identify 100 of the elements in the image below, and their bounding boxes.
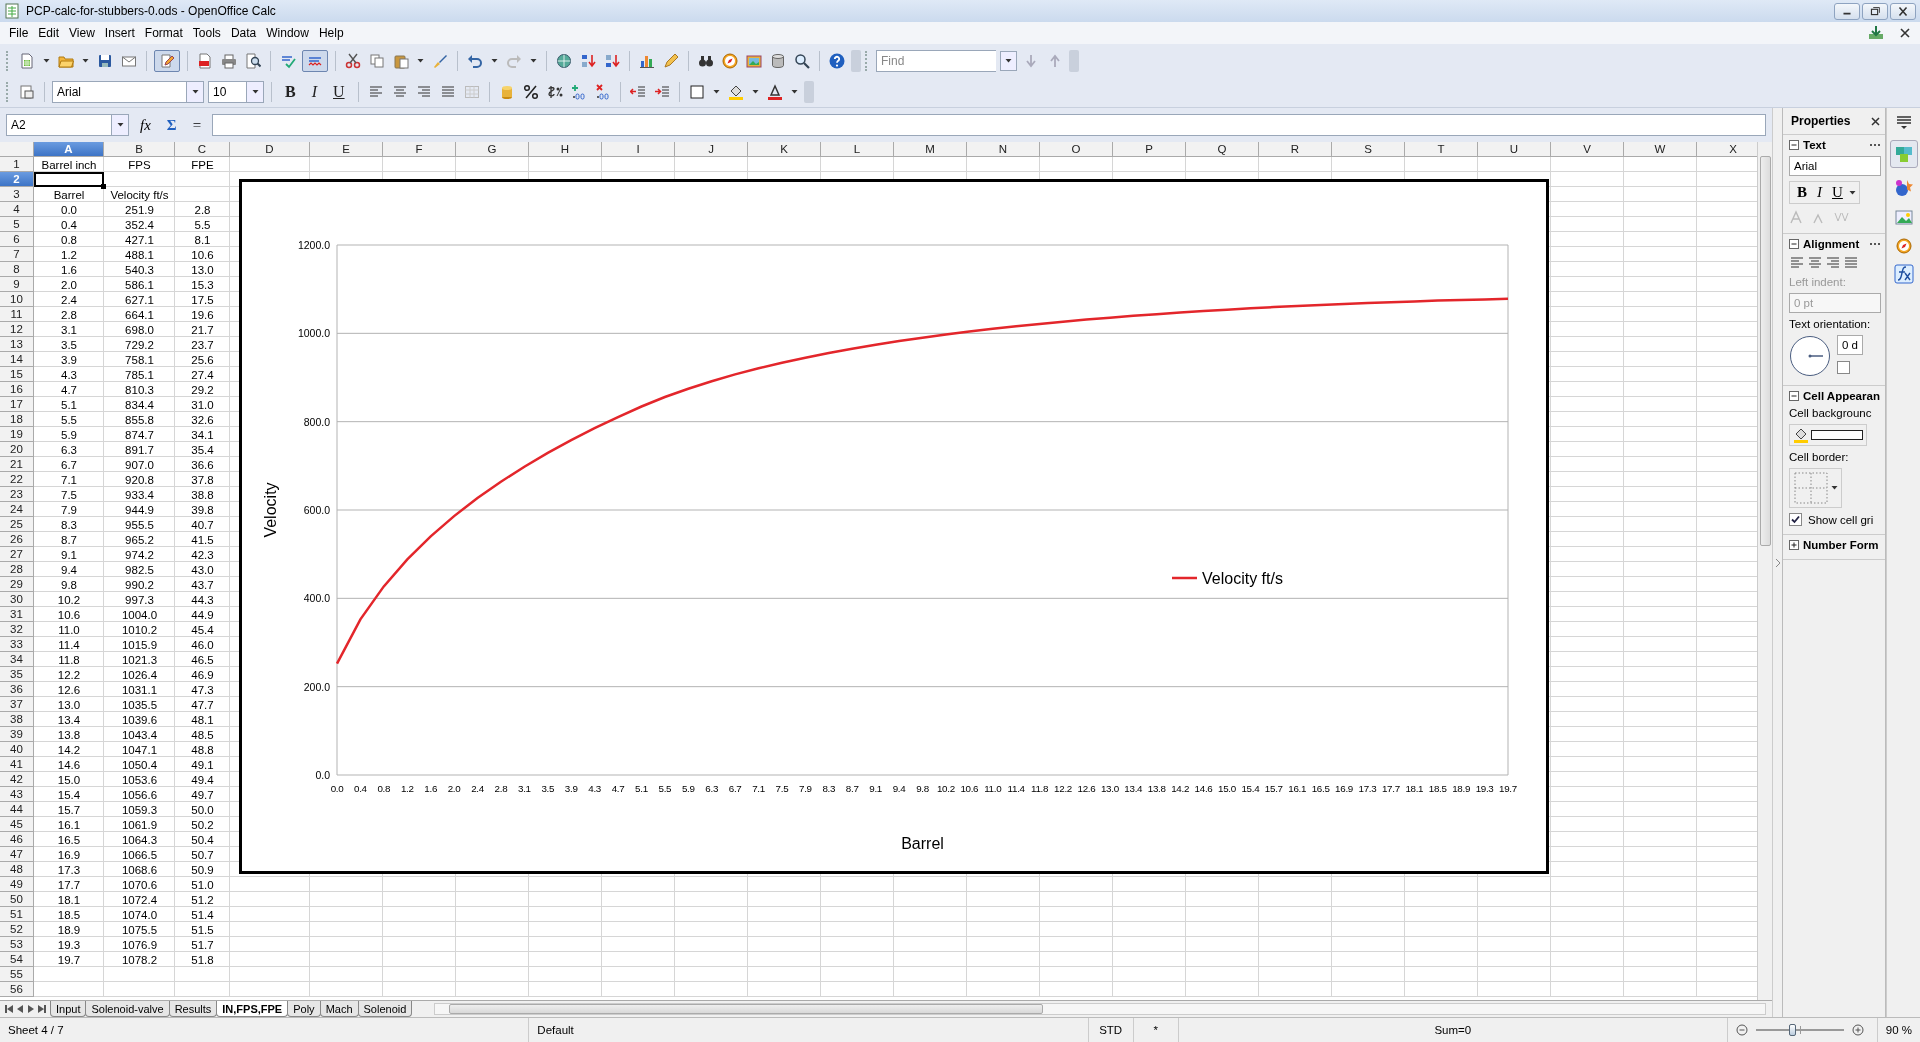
copy-icon[interactable] <box>369 52 385 69</box>
expand-icon[interactable] <box>1789 540 1799 550</box>
column-header[interactable]: H <box>529 142 602 157</box>
paste-icon[interactable] <box>393 52 409 69</box>
add-decimal-icon[interactable] <box>570 84 587 100</box>
row-header[interactable]: 18 <box>0 412 34 427</box>
column-header[interactable]: L <box>821 142 894 157</box>
row-header[interactable]: 4 <box>0 202 34 217</box>
justify-icon[interactable] <box>439 84 456 100</box>
row-header[interactable]: 28 <box>0 562 34 577</box>
percent-icon[interactable] <box>522 84 539 100</box>
align-center-icon[interactable] <box>1807 255 1823 271</box>
menu-item[interactable]: View <box>64 24 100 42</box>
column-header[interactable]: M <box>894 142 967 157</box>
align-center-icon[interactable] <box>391 84 408 100</box>
formula-button[interactable]: = <box>187 116 207 134</box>
formula-button[interactable]: fx <box>135 116 156 134</box>
save-icon[interactable] <box>97 52 113 69</box>
row-header[interactable]: 35 <box>0 667 34 682</box>
restore-icon[interactable] <box>1862 2 1888 20</box>
row-header[interactable]: 47 <box>0 847 34 862</box>
help-icon[interactable] <box>829 52 845 69</box>
database-icon[interactable] <box>770 52 786 69</box>
row-header[interactable]: 2 <box>0 172 34 187</box>
delete-decimal-icon[interactable] <box>594 84 611 100</box>
sheet-tab[interactable]: Poly <box>287 1001 321 1017</box>
styles-icon[interactable] <box>19 84 35 100</box>
row-header[interactable]: 3 <box>0 187 34 202</box>
increase-indent-icon[interactable] <box>653 84 670 100</box>
format-button[interactable]: I <box>1813 184 1826 201</box>
format-button[interactable]: B <box>1793 184 1811 201</box>
sheet-tab[interactable]: Solenoid-valve <box>85 1001 170 1017</box>
gallery-icon[interactable] <box>1893 208 1914 228</box>
print-icon[interactable] <box>221 52 237 69</box>
row-header[interactable]: 46 <box>0 832 34 847</box>
download-icon[interactable] <box>1868 25 1884 41</box>
first-sheet-icon[interactable] <box>4 1003 14 1015</box>
slider-thumb[interactable] <box>1788 1024 1796 1036</box>
zoom-out-icon[interactable] <box>1735 1024 1748 1036</box>
row-header[interactable]: 15 <box>0 367 34 382</box>
menu-item[interactable]: File <box>4 24 34 42</box>
navigator-icon[interactable] <box>1895 238 1912 254</box>
formula-button[interactable]: Σ <box>161 116 182 134</box>
paintbrush-icon[interactable] <box>432 52 448 69</box>
styles-deck-icon[interactable] <box>1893 178 1914 198</box>
background-color-button[interactable] <box>1789 424 1867 446</box>
row-header[interactable]: 14 <box>0 352 34 367</box>
dropdown-button[interactable] <box>1000 50 1017 71</box>
row-header[interactable]: 26 <box>0 532 34 547</box>
zoom-icon[interactable] <box>794 52 810 69</box>
menu-item[interactable]: Edit <box>33 24 65 42</box>
paint-bucket-icon[interactable] <box>727 84 744 100</box>
find-field[interactable]: Find <box>876 49 996 72</box>
decrease-indent-icon[interactable] <box>629 84 646 100</box>
row-header[interactable]: 34 <box>0 652 34 667</box>
row-header[interactable]: 22 <box>0 472 34 487</box>
column-header[interactable]: C <box>175 142 230 157</box>
row-header[interactable]: 41 <box>0 757 34 772</box>
format-button[interactable]: U <box>1828 184 1847 201</box>
print-preview-icon[interactable] <box>245 52 261 69</box>
row-header[interactable]: 29 <box>0 577 34 592</box>
row-header[interactable]: 54 <box>0 952 34 967</box>
menu-item[interactable]: Format <box>139 24 188 42</box>
compass-icon[interactable] <box>722 52 738 69</box>
row-header[interactable]: 49 <box>0 877 34 892</box>
align-left-icon[interactable] <box>1789 255 1805 271</box>
row-header[interactable]: 43 <box>0 787 34 802</box>
column-header[interactable]: I <box>602 142 675 157</box>
column-header[interactable]: T <box>1405 142 1478 157</box>
edit-file-button[interactable] <box>154 49 180 72</box>
zoom-level[interactable]: 90 % <box>1885 1024 1912 1036</box>
sheet-tab[interactable]: Solenoid <box>357 1001 413 1017</box>
column-header[interactable]: B <box>104 142 175 157</box>
collapse-sidebar-icon[interactable] <box>1773 556 1782 569</box>
zoom-in-icon[interactable] <box>1851 1024 1864 1036</box>
last-sheet-icon[interactable] <box>37 1003 47 1015</box>
close-document-icon[interactable] <box>1898 26 1912 40</box>
row-header[interactable]: 52 <box>0 922 34 937</box>
checkbox[interactable] <box>1789 513 1802 526</box>
menu-item[interactable]: Data <box>225 24 262 42</box>
row-header[interactable]: 5 <box>0 217 34 232</box>
collapse-icon[interactable] <box>1789 391 1799 401</box>
globe-icon[interactable] <box>556 52 572 69</box>
row-header[interactable]: 17 <box>0 397 34 412</box>
sheet-tab[interactable]: Results <box>168 1001 218 1017</box>
previous-sheet-icon[interactable] <box>15 1003 25 1015</box>
number-format-icon[interactable] <box>546 84 563 100</box>
name-box[interactable]: A2 <box>6 114 129 136</box>
row-header[interactable]: 31 <box>0 607 34 622</box>
collapse-icon[interactable] <box>1789 239 1799 249</box>
close-icon[interactable] <box>1870 115 1881 127</box>
font-name-field[interactable]: Arial <box>1789 156 1881 176</box>
orientation-dial-icon[interactable] <box>1789 335 1831 377</box>
menu-item[interactable]: Window <box>261 24 314 42</box>
row-header[interactable]: 6 <box>0 232 34 247</box>
align-right-icon[interactable] <box>1825 255 1841 271</box>
column-header[interactable]: G <box>456 142 529 157</box>
format-button[interactable]: U <box>327 83 351 101</box>
paint-bucket-icon[interactable] <box>1793 427 1809 443</box>
column-header[interactable]: X <box>1697 142 1757 157</box>
